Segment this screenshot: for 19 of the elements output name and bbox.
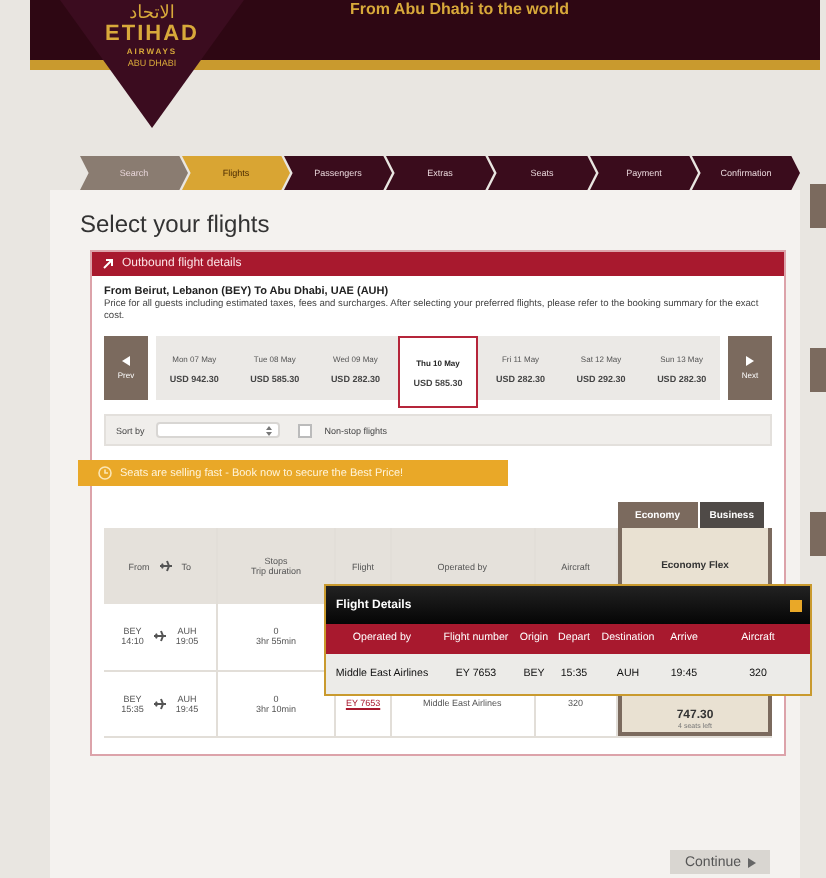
logo-arabic: الاتحاد bbox=[129, 4, 175, 24]
triangle-icon bbox=[747, 857, 756, 867]
side-tab[interactable] bbox=[810, 184, 826, 228]
nonstop-checkbox[interactable] bbox=[298, 423, 313, 437]
sort-select[interactable] bbox=[156, 422, 281, 438]
logo-name: ETIHAD bbox=[105, 24, 199, 46]
plane-icon bbox=[159, 560, 172, 572]
updown-icon bbox=[266, 425, 273, 435]
side-tab[interactable] bbox=[810, 348, 826, 392]
close-button[interactable] bbox=[790, 599, 802, 611]
plane-icon bbox=[153, 697, 166, 709]
triangle-icon bbox=[122, 356, 130, 366]
tagline: From Abu Dhabi to the world bbox=[350, 0, 569, 18]
plane-icon bbox=[153, 630, 166, 643]
clock-icon bbox=[98, 466, 112, 480]
side-tab[interactable] bbox=[810, 512, 826, 556]
triangle-icon bbox=[746, 356, 754, 366]
page-title: Select your flights bbox=[80, 210, 272, 238]
arrow-icon bbox=[102, 258, 114, 270]
